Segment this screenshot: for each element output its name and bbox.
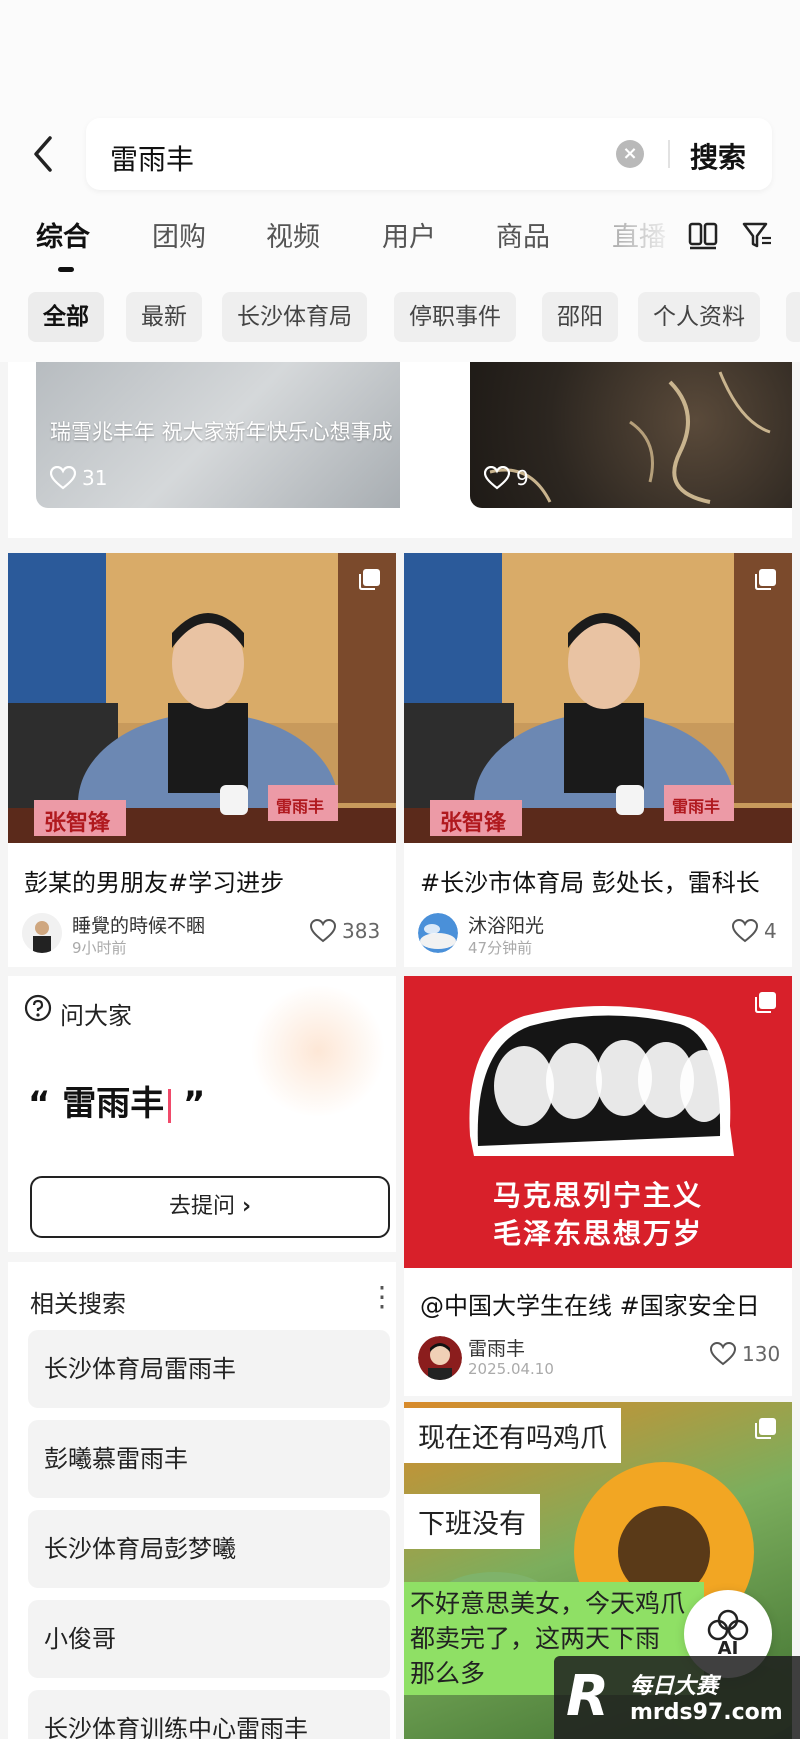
meeting-photo-drawing	[8, 553, 396, 843]
image-caption: 瑞雪兆丰年 祝大家新年快乐心想事成	[50, 420, 393, 444]
ask-query-text: 雷雨丰	[62, 1084, 165, 1124]
tab-fade	[610, 215, 680, 265]
post-time: 2025.04.10	[468, 1360, 554, 1378]
multi-image-icon	[754, 567, 778, 591]
feed-card-1[interactable]: 张智锋 雷雨丰 彭某的男朋友#学习进步 睡覺的時候不睏 9小时前 383	[8, 553, 396, 967]
roots-image: 9	[470, 362, 792, 508]
chat-reply-line: 都卖完了，这两天下雨	[410, 1624, 661, 1653]
chip-shaoyang[interactable]: 邵阳	[542, 292, 618, 342]
chip-suspension[interactable]: 停职事件	[394, 292, 516, 342]
chip-changsha-sports[interactable]: 长沙体育局	[222, 292, 367, 342]
chip-latest[interactable]: 最新	[126, 292, 202, 342]
snow-image: 瑞雪兆丰年 祝大家新年快乐心想事成 31	[36, 362, 400, 508]
heart-icon	[483, 465, 511, 490]
question-icon	[24, 994, 52, 1022]
feed-card-top-right[interactable]: 9	[400, 362, 792, 538]
quote-open: “	[28, 1084, 51, 1124]
post-title: @中国大学生在线 #国家安全日	[420, 1292, 760, 1320]
tab-active-indicator	[58, 267, 74, 272]
ask-title: 问大家	[60, 1002, 132, 1030]
header: 雷雨丰 × 搜索 综合 团购 视频 用户 商品 直播 全部 最新 长沙体育局 停…	[0, 0, 800, 362]
ask-button-label: 去提问	[168, 1194, 235, 1219]
related-search-card: 相关搜索 ⋮ 长沙体育局雷雨丰 彭曦慕雷雨丰 长沙体育局彭梦曦 小俊哥 长沙体育…	[8, 1262, 396, 1739]
chat-bubble: 现在还有吗鸡爪	[404, 1408, 621, 1463]
like-count: 31	[82, 466, 108, 490]
multi-image-icon	[358, 567, 382, 591]
heart-icon[interactable]	[709, 1341, 737, 1366]
post-time: 47分钟前	[468, 939, 533, 957]
related-search-item[interactable]: 小俊哥	[28, 1600, 390, 1678]
nameplate-left: 张智锋	[44, 811, 111, 836]
multi-image-icon	[754, 1416, 778, 1440]
post-time: 9小时前	[72, 939, 127, 957]
related-search-title: 相关搜索	[30, 1290, 126, 1318]
watermark-url: mrds97.com	[630, 1700, 783, 1725]
dual-column-icon[interactable]	[686, 218, 720, 252]
related-search-item[interactable]: 长沙体育局雷雨丰	[28, 1330, 390, 1408]
related-search-item[interactable]: 长沙体育训练中心雷雨丰	[28, 1690, 390, 1739]
watermark: R 每日大赛 mrds97.com	[554, 1656, 800, 1739]
filter-chips: 全部 最新 长沙体育局 停职事件 邵阳 个人资料	[0, 292, 800, 344]
meeting-photo-drawing	[404, 553, 792, 843]
ask-question-button[interactable]: 去提问 ›	[30, 1176, 390, 1238]
related-search-item[interactable]: 长沙体育局彭梦曦	[28, 1510, 390, 1588]
post-title: 彭某的男朋友#学习进步	[24, 869, 285, 897]
like-count: 383	[342, 919, 381, 943]
feed-card-3[interactable]: 马克思列宁主义 毛泽东思想万岁 @中国大学生在线 #国家安全日 雷雨丰 2025…	[404, 976, 792, 1396]
tab-user[interactable]: 用户	[382, 215, 436, 254]
chip-all[interactable]: 全部	[28, 292, 104, 342]
tab-group-buy[interactable]: 团购	[152, 215, 206, 254]
like-count: 130	[742, 1342, 781, 1366]
author-name[interactable]: 沐浴阳光	[468, 911, 544, 938]
search-submit-button[interactable]: 搜索	[690, 136, 746, 176]
feed-card-top-left[interactable]: 瑞雪兆丰年 祝大家新年快乐心想事成 31	[8, 362, 400, 538]
author-name[interactable]: 雷雨丰	[468, 1334, 525, 1361]
ask-card: 问大家 “ 雷雨丰 ” 去提问 ›	[8, 976, 396, 1252]
avatar[interactable]	[22, 913, 62, 953]
heart-icon[interactable]	[731, 918, 759, 943]
chevron-right-icon: ›	[241, 1194, 252, 1219]
search-input[interactable]: 雷雨丰	[110, 138, 194, 178]
watermark-logo: R	[566, 1664, 610, 1729]
question-decoration	[248, 986, 388, 1116]
chip-overflow[interactable]	[786, 292, 800, 342]
tab-bar: 综合 团购 视频 用户 商品 直播	[0, 215, 800, 275]
multi-image-icon	[754, 990, 778, 1014]
nameplate-left: 张智锋	[440, 811, 507, 836]
clear-search-button[interactable]: ×	[616, 140, 644, 168]
filter-icon[interactable]	[740, 218, 774, 252]
feed-card-2[interactable]: 张智锋 雷雨丰 #长沙市体育局 彭处长，雷科长 沐浴阳光 47分钟前 4	[404, 553, 792, 967]
poster-slogan-1: 马克思列宁主义	[492, 1179, 703, 1212]
poster-image: 马克思列宁主义 毛泽东思想万岁	[404, 976, 792, 1268]
tab-product[interactable]: 商品	[496, 215, 550, 254]
like-count: 9	[516, 466, 529, 490]
heart-icon	[49, 465, 77, 490]
chip-profile[interactable]: 个人资料	[638, 292, 760, 342]
meeting-photo: 张智锋 雷雨丰	[404, 553, 792, 843]
related-search-item[interactable]: 彭曦慕雷雨丰	[28, 1420, 390, 1498]
avatar[interactable]	[418, 1336, 462, 1380]
back-arrow-icon[interactable]	[26, 132, 62, 176]
heart-icon[interactable]	[309, 918, 337, 943]
chat-bubble: 下班没有	[404, 1494, 540, 1549]
watermark-title: 每日大赛	[630, 1674, 719, 1699]
avatar[interactable]	[418, 913, 458, 953]
tab-video[interactable]: 视频	[266, 215, 320, 254]
tab-comprehensive[interactable]: 综合	[36, 215, 90, 254]
author-name[interactable]: 睡覺的時候不睏	[72, 911, 205, 938]
ask-query: “ 雷雨丰 ”	[28, 1076, 205, 1125]
chat-reply-line: 不好意思美女，今天鸡爪	[410, 1589, 686, 1618]
like-count: 4	[764, 919, 777, 943]
post-title: #长沙市体育局 彭处长，雷科长	[420, 869, 760, 897]
search-bar[interactable]: 雷雨丰 × 搜索	[86, 118, 772, 190]
nameplate-right: 雷雨丰	[672, 797, 721, 816]
nameplate-right: 雷雨丰	[276, 797, 325, 816]
divider	[668, 140, 670, 168]
more-options-icon[interactable]: ⋮	[368, 1280, 396, 1313]
poster-slogan-2: 毛泽东思想万岁	[492, 1217, 703, 1250]
quote-close: ”	[183, 1084, 206, 1124]
close-icon: ×	[622, 143, 638, 164]
meeting-photo: 张智锋 雷雨丰	[8, 553, 396, 843]
text-caret	[168, 1088, 172, 1123]
